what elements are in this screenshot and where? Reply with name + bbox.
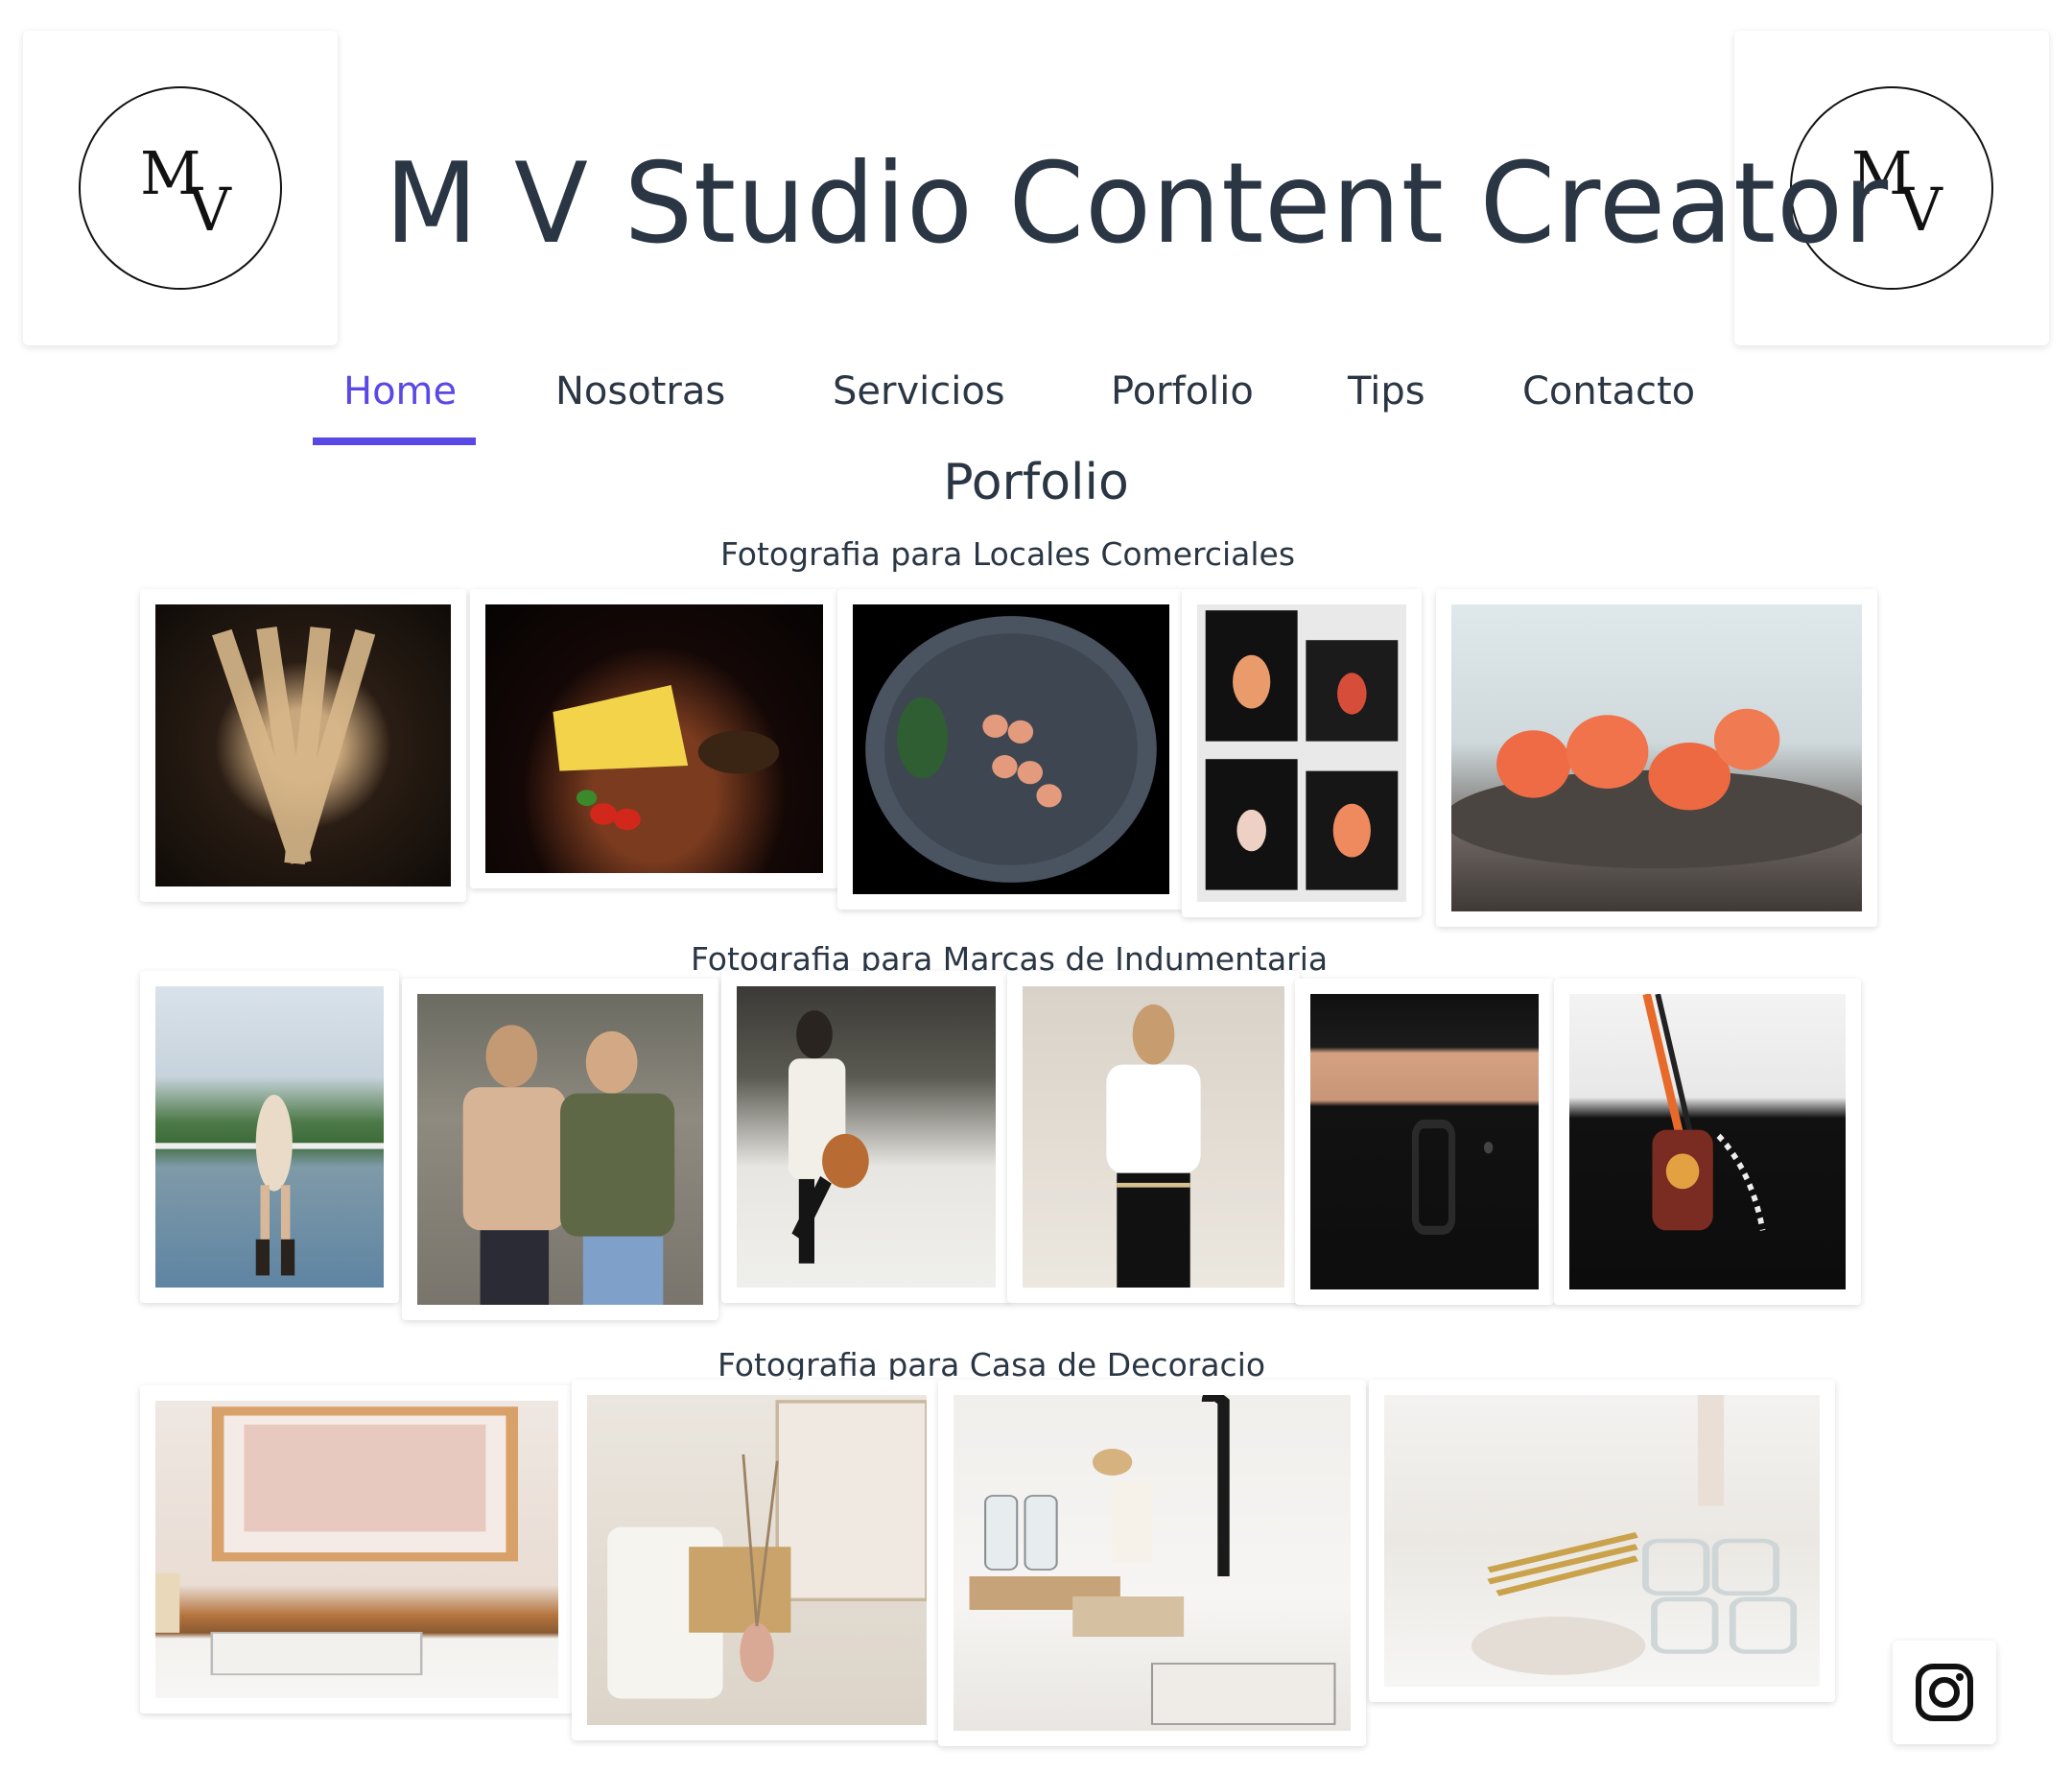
gallery-photo[interactable]	[938, 1380, 1366, 1746]
gallery-photo[interactable]	[1554, 979, 1861, 1305]
instagram-button[interactable]	[1893, 1641, 1996, 1744]
page-heading: Porfolio	[943, 454, 1129, 511]
gallery-photo[interactable]	[1182, 589, 1422, 917]
gallery-photo[interactable]	[1436, 589, 1877, 927]
nav-tips[interactable]: Tips	[1348, 369, 1425, 414]
gallery-photo[interactable]	[1295, 979, 1554, 1305]
gallery-photo[interactable]	[470, 589, 838, 888]
section-title-locales: Fotografia para Locales Comerciales	[720, 535, 1296, 573]
gallery-photo[interactable]	[140, 971, 399, 1303]
gallery-photo[interactable]	[572, 1380, 942, 1740]
nav-home[interactable]: Home	[343, 369, 457, 414]
logo-left[interactable]: M V	[23, 31, 338, 345]
logo-letter-v: V	[188, 175, 231, 245]
gallery-photo[interactable]	[721, 971, 1011, 1303]
gallery-photo[interactable]	[140, 1385, 574, 1714]
logo-circle: M V	[79, 86, 282, 290]
gallery-photo[interactable]	[1369, 1380, 1835, 1702]
section-title-decoracio: Fotografia para Casa de Decoracio	[718, 1346, 1266, 1383]
nav-porfolio[interactable]: Porfolio	[1111, 369, 1254, 414]
nav-contacto[interactable]: Contacto	[1522, 369, 1695, 414]
gallery-photo[interactable]	[1007, 971, 1300, 1303]
gallery-photo[interactable]	[140, 589, 466, 902]
site-title: M V Studio Content Creator	[385, 139, 1890, 269]
gallery-photo[interactable]	[837, 589, 1185, 910]
nav-nosotras[interactable]: Nosotras	[555, 369, 725, 414]
nav-active-indicator	[313, 437, 476, 445]
gallery-photo[interactable]	[402, 979, 718, 1320]
nav-servicios[interactable]: Servicios	[833, 369, 1005, 414]
logo-letter-v: V	[1899, 175, 1942, 245]
instagram-icon	[1916, 1664, 1973, 1721]
